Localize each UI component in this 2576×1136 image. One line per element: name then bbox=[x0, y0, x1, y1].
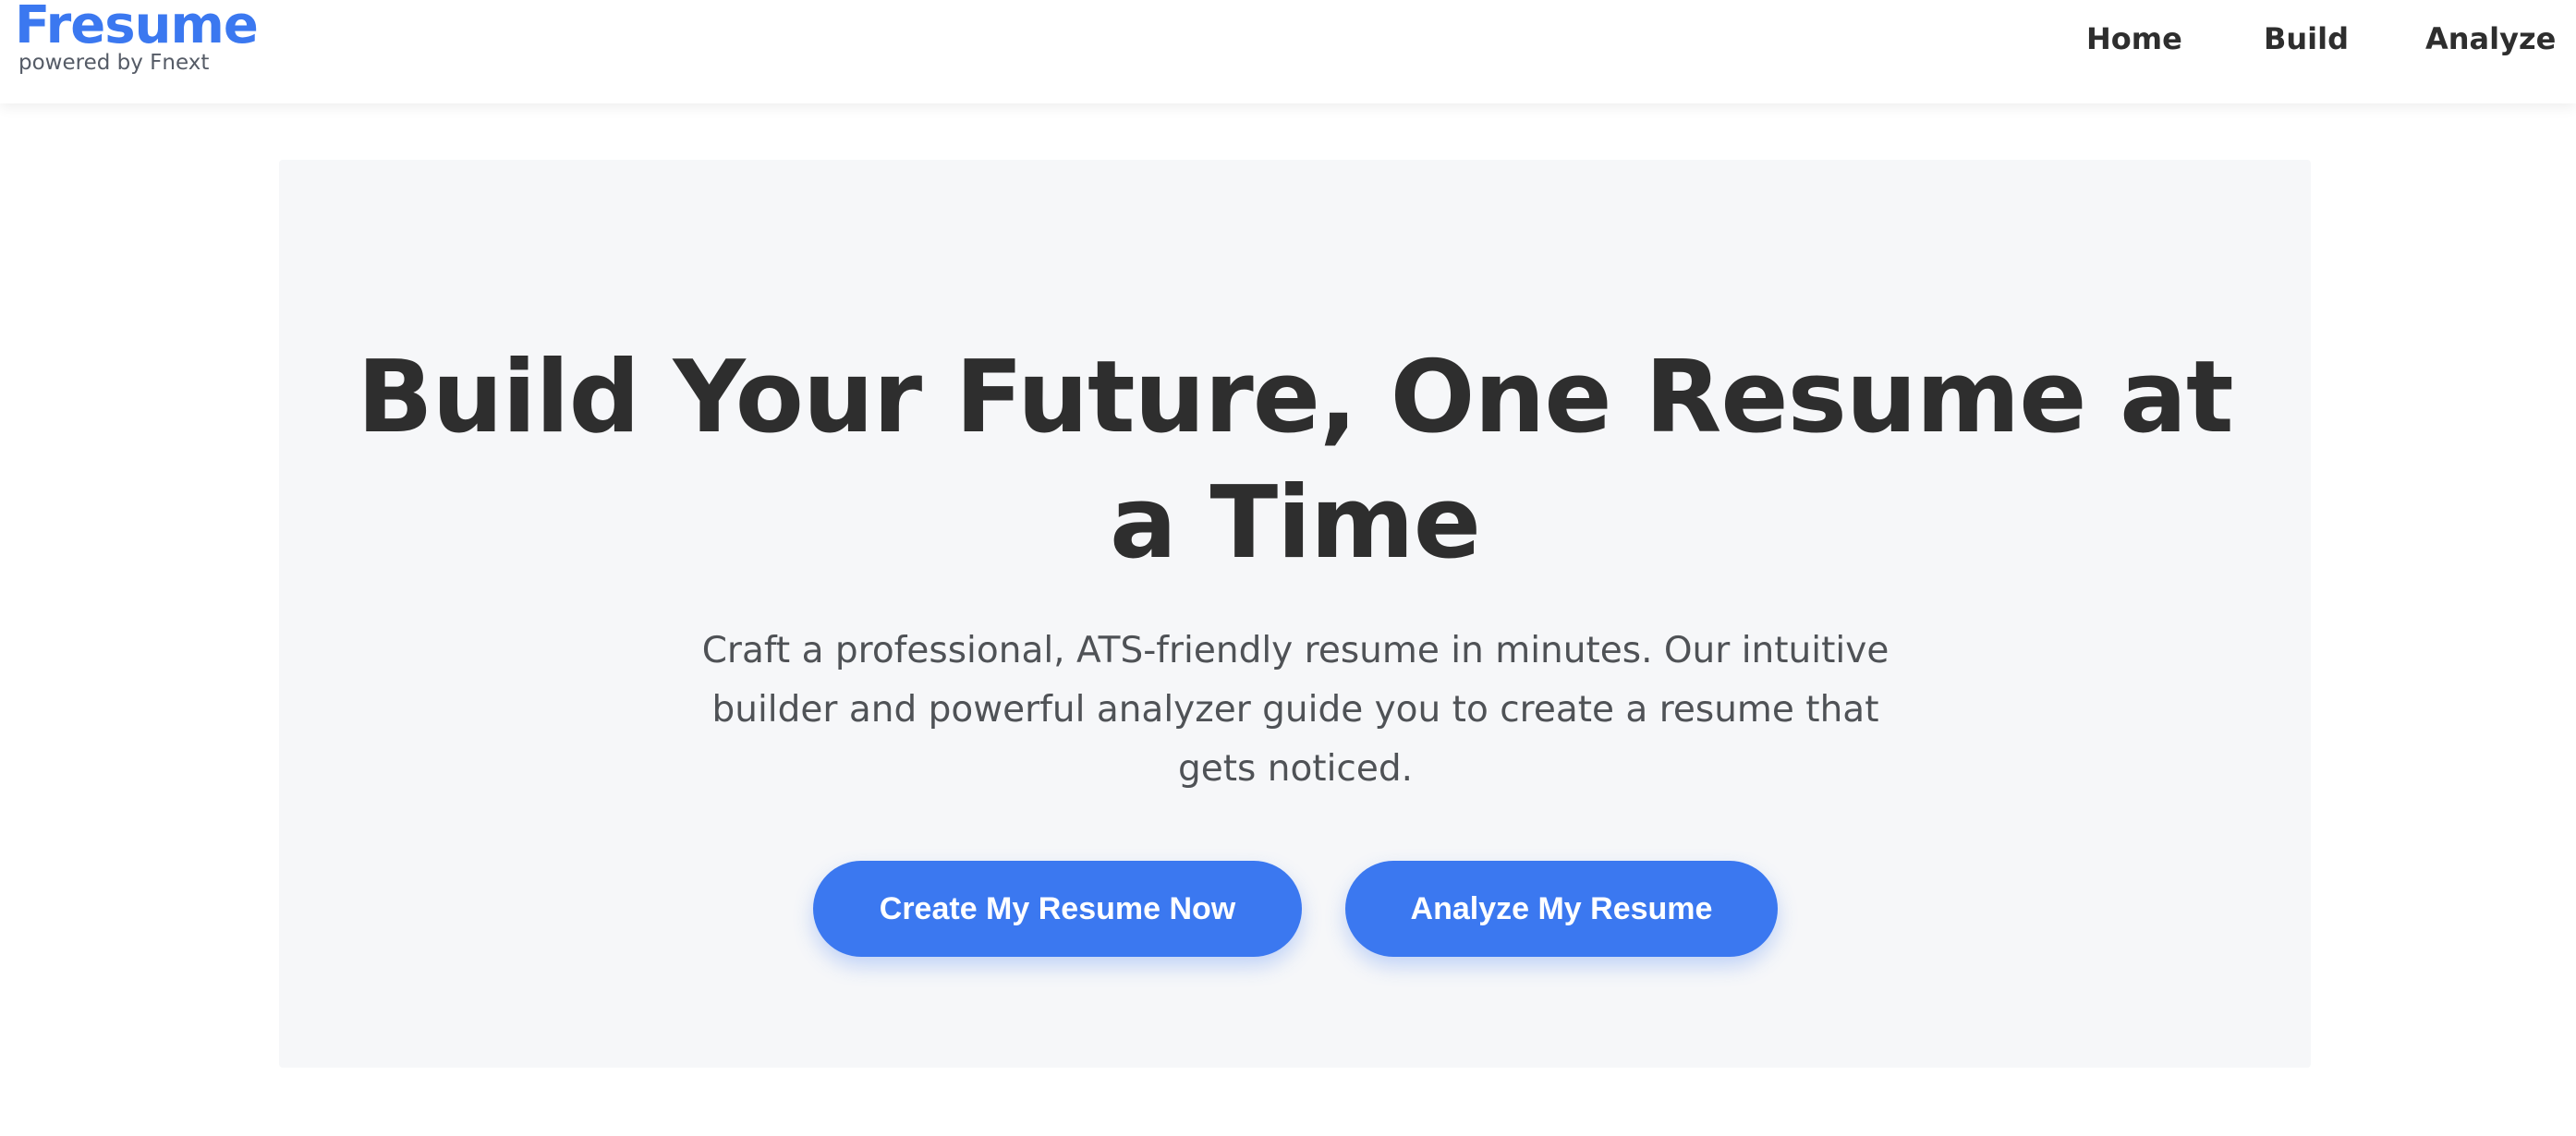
analyze-resume-button[interactable]: Analyze My Resume bbox=[1345, 861, 1778, 957]
hero-title: Build Your Future, One Resume at a Time bbox=[357, 340, 2233, 581]
brand-logo[interactable]: Fresume bbox=[15, 0, 259, 56]
nav-link-analyze[interactable]: Analyze bbox=[2425, 17, 2556, 61]
nav-link-home[interactable]: Home bbox=[2086, 17, 2182, 61]
nav-link-build[interactable]: Build bbox=[2264, 17, 2349, 61]
hero-section: Build Your Future, One Resume at a Time … bbox=[279, 160, 2311, 1068]
create-resume-button[interactable]: Create My Resume Now bbox=[813, 861, 1302, 957]
brand-tagline: powered by Fnext bbox=[18, 51, 210, 75]
hero-description: Craft a professional, ATS-friendly resum… bbox=[701, 630, 1889, 790]
top-navbar: Fresume powered by Fnext Home Build Anal… bbox=[0, 0, 2576, 103]
